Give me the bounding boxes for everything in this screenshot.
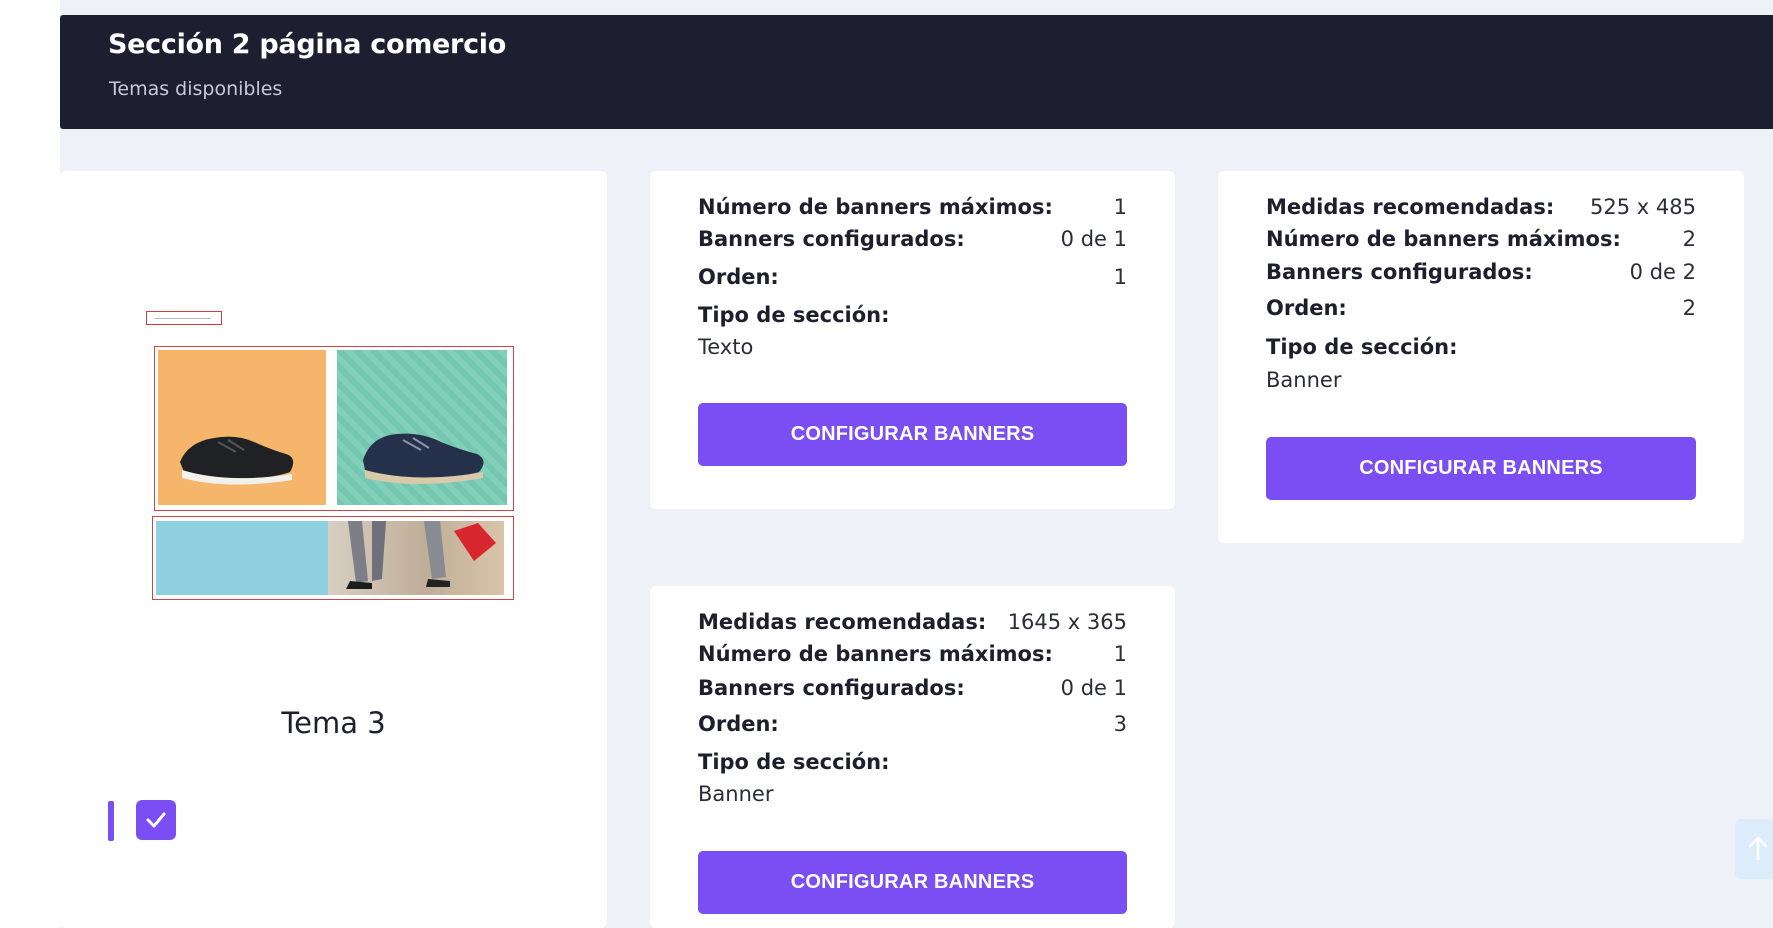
configured-banners-row: Banners configurados: 0 de 1 xyxy=(698,676,1127,704)
order-label: Orden: xyxy=(1266,296,1347,320)
section-type-label: Tipo de sección: xyxy=(698,750,890,774)
configure-banners-button[interactable]: CONFIGURAR BANNERS xyxy=(1266,437,1696,500)
theme-card: Tema 3 xyxy=(60,171,607,928)
section-type-row: Tipo de sección: xyxy=(698,303,1127,331)
order-value: 3 xyxy=(1113,712,1127,736)
configured-banners-row: Banners configurados: 0 de 1 xyxy=(698,227,1127,255)
order-value: 2 xyxy=(1682,296,1696,320)
section-type-row: Tipo de sección: xyxy=(1266,335,1696,363)
preview-text-section xyxy=(146,311,222,325)
shoe-image-orange xyxy=(158,350,326,505)
max-banners-row: Número de banners máximos: 2 xyxy=(1266,227,1696,255)
configured-banners-value: 0 de 1 xyxy=(1060,676,1127,700)
max-banners-label: Número de banners máximos: xyxy=(698,642,1053,666)
configured-banners-value: 0 de 2 xyxy=(1629,260,1696,284)
recommended-sizes-value: 525 x 485 xyxy=(1590,195,1696,219)
order-row: Orden: 2 xyxy=(1266,296,1696,324)
order-label: Orden: xyxy=(698,265,779,289)
max-banners-value: 1 xyxy=(1113,642,1127,666)
scroll-to-top-button[interactable] xyxy=(1735,819,1773,879)
check-icon xyxy=(146,812,166,828)
page-title: Sección 2 página comercio xyxy=(108,29,506,60)
section-type-value: Texto xyxy=(698,335,754,359)
max-banners-value: 2 xyxy=(1682,227,1696,251)
order-label: Orden: xyxy=(698,712,779,736)
section-card-3: Medidas recomendadas: 1645 x 365 Número … xyxy=(650,586,1175,928)
order-row: Orden: 1 xyxy=(698,265,1127,293)
theme-select-checkbox[interactable] xyxy=(136,800,176,840)
page-header: Sección 2 página comercio Temas disponib… xyxy=(60,15,1773,129)
order-row: Orden: 3 xyxy=(698,712,1127,740)
shoe-image-teal xyxy=(337,350,507,505)
order-value: 1 xyxy=(1113,265,1127,289)
max-banners-row: Número de banners máximos: 1 xyxy=(698,195,1127,223)
configure-banners-button[interactable]: CONFIGURAR BANNERS xyxy=(698,851,1127,914)
recommended-sizes-label: Medidas recomendadas: xyxy=(1266,195,1555,219)
recommended-sizes-value: 1645 x 365 xyxy=(1007,610,1127,634)
preview-banner-frame-bottom xyxy=(152,516,514,600)
section-type-label: Tipo de sección: xyxy=(1266,335,1458,359)
arrow-up-icon xyxy=(1748,836,1768,861)
recommended-sizes-row: Medidas recomendadas: 525 x 485 xyxy=(1266,195,1696,223)
section-type-label: Tipo de sección: xyxy=(698,303,890,327)
preview-banner-frame-top xyxy=(154,346,514,511)
section-card-1: Número de banners máximos: 1 Banners con… xyxy=(650,171,1175,509)
configured-banners-row: Banners configurados: 0 de 2 xyxy=(1266,260,1696,288)
selected-indicator xyxy=(108,801,114,841)
banner-image-blue xyxy=(156,521,328,595)
recommended-sizes-row: Medidas recomendadas: 1645 x 365 xyxy=(698,610,1127,638)
max-banners-row: Número de banners máximos: 1 xyxy=(698,642,1127,670)
section-card-2: Medidas recomendadas: 525 x 485 Número d… xyxy=(1218,171,1744,543)
section-type-row: Tipo de sección: xyxy=(698,750,1127,778)
recommended-sizes-label: Medidas recomendadas: xyxy=(698,610,987,634)
page-subtitle: Temas disponibles xyxy=(109,78,283,100)
configured-banners-label: Banners configurados: xyxy=(1266,260,1533,284)
max-banners-label: Número de banners máximos: xyxy=(1266,227,1621,251)
configured-banners-value: 0 de 1 xyxy=(1060,227,1127,251)
configured-banners-label: Banners configurados: xyxy=(698,676,965,700)
section-type-value: Banner xyxy=(1266,368,1342,392)
theme-name: Tema 3 xyxy=(281,706,386,740)
max-banners-value: 1 xyxy=(1113,195,1127,219)
max-banners-label: Número de banners máximos: xyxy=(698,195,1053,219)
configure-banners-button[interactable]: CONFIGURAR BANNERS xyxy=(698,403,1127,466)
configured-banners-label: Banners configurados: xyxy=(698,227,965,251)
section-type-value: Banner xyxy=(698,782,774,806)
banner-image-people xyxy=(328,521,504,595)
